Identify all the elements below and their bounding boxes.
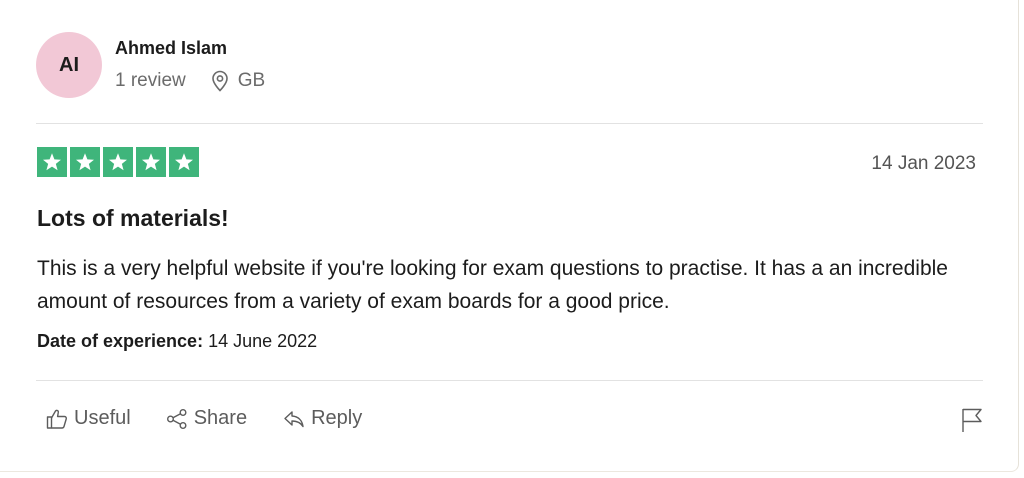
experience-date: 14 June 2022 [208, 331, 318, 351]
reviewer-name[interactable]: Ahmed Islam [115, 38, 227, 59]
flag-button[interactable] [961, 407, 983, 433]
date-of-experience: Date of experience: 14 June 2022 [37, 331, 317, 352]
share-label: Share [193, 407, 248, 429]
review-actions: Useful Share Reply [46, 407, 362, 430]
review-title[interactable]: Lots of materials! [37, 205, 229, 232]
avatar[interactable]: AI [36, 32, 102, 98]
footer-divider [36, 380, 983, 381]
useful-label: Useful [74, 407, 131, 429]
review-body: This is a very helpful website if you're… [37, 257, 948, 313]
share-icon [166, 408, 187, 429]
location-pin-icon [210, 70, 230, 92]
useful-button[interactable]: Useful [46, 407, 131, 430]
star-icon [70, 147, 100, 177]
share-button[interactable]: Share [166, 407, 247, 430]
experience-label: Date of experience: [37, 331, 204, 351]
reply-icon [284, 410, 304, 427]
thumbs-up-icon [46, 409, 67, 429]
star-rating [37, 147, 199, 177]
avatar-initials: AI [59, 53, 79, 76]
review-date: 14 Jan 2023 [871, 153, 976, 174]
reviewer-meta: 1 review GB [115, 70, 265, 92]
star-icon [37, 147, 67, 177]
header-divider [36, 123, 983, 124]
flag-icon [962, 408, 982, 432]
review-card: AI Ahmed Islam 1 review GB 14 Jan 2023 L… [0, 0, 1019, 472]
star-icon [103, 147, 133, 177]
star-icon [136, 147, 166, 177]
review-count: 1 review [115, 70, 186, 91]
reviewer-country: GB [237, 70, 266, 91]
reply-label: Reply [311, 407, 363, 429]
star-icon [169, 147, 199, 177]
reply-button[interactable]: Reply [283, 407, 362, 430]
